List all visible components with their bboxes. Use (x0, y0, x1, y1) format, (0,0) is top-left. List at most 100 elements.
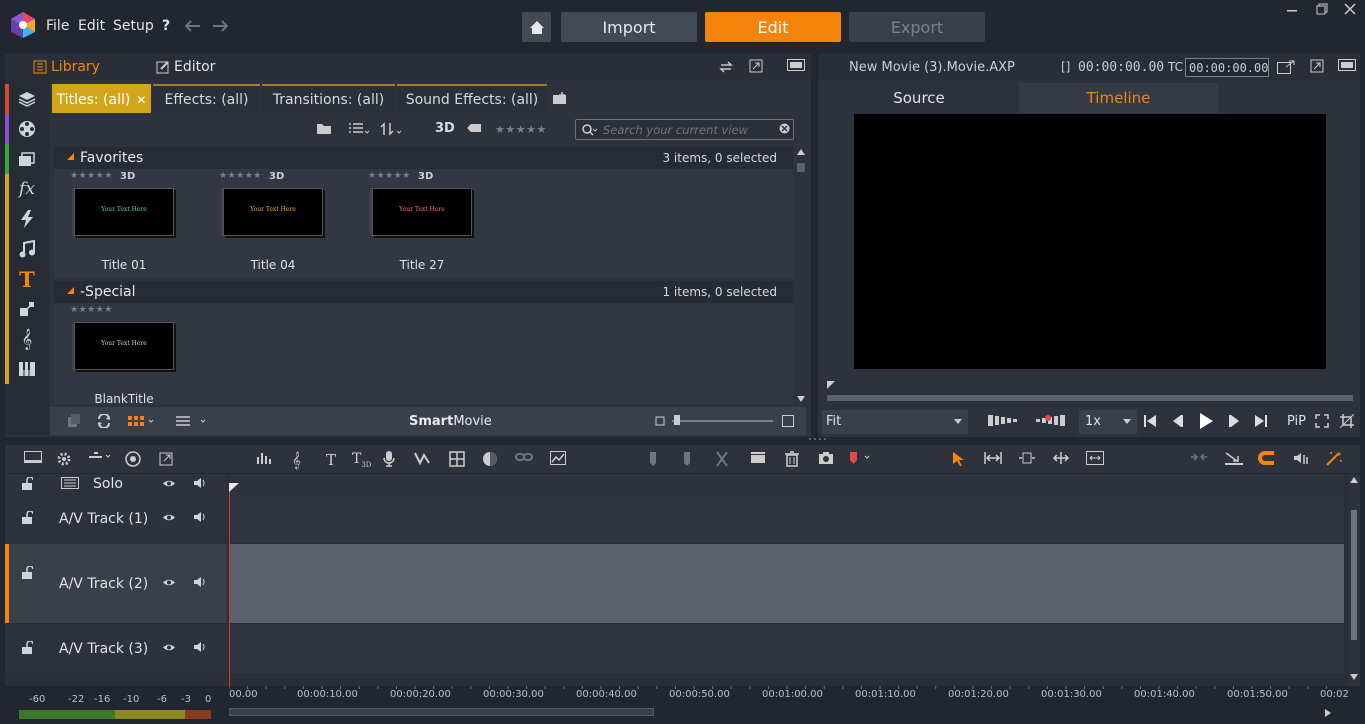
shuttle-control[interactable] (988, 415, 1069, 426)
slip-tool-icon[interactable] (1018, 451, 1036, 465)
link-icon[interactable] (515, 451, 533, 463)
magic-wand-icon[interactable] (1325, 451, 1343, 467)
help-icon[interactable]: ? (162, 18, 170, 34)
track-lane[interactable] (229, 544, 1344, 623)
vscroll-thumb[interactable] (1351, 510, 1357, 640)
track-options-icon[interactable] (88, 451, 114, 463)
close-window-icon[interactable] (1344, 3, 1356, 15)
speed-select[interactable]: 1x (1079, 410, 1137, 434)
menu-file[interactable]: File (46, 18, 69, 34)
detach-preview-icon[interactable] (1310, 59, 1324, 73)
smartmovie-button[interactable]: SmartMovie (409, 414, 492, 429)
menu-edit[interactable]: Edit (78, 18, 105, 34)
export-frame-icon[interactable] (1277, 60, 1295, 74)
lock-icon[interactable] (21, 477, 33, 490)
track-lane[interactable] (229, 495, 1344, 543)
track-name[interactable]: A/V Track (3) (59, 641, 148, 657)
pointer-tool-icon[interactable] (952, 451, 966, 467)
crop-icon[interactable] (1340, 414, 1354, 428)
speaker-icon[interactable] (193, 511, 207, 523)
tab-source[interactable]: Source (820, 83, 1018, 113)
refresh-icon[interactable] (97, 414, 111, 428)
camera-icon[interactable] (818, 451, 834, 465)
marker-right-icon[interactable] (682, 451, 692, 467)
track-name[interactable]: A/V Track (1) (59, 511, 148, 527)
lock-icon[interactable] (21, 641, 33, 654)
audio-mixer-icon[interactable] (256, 451, 272, 465)
collapse-icon[interactable] (1190, 451, 1208, 463)
scroll-down-icon[interactable] (1350, 674, 1358, 680)
speaker-icon[interactable] (193, 641, 207, 653)
timeline-vscrollbar[interactable] (1348, 474, 1360, 686)
lock-icon[interactable] (21, 511, 33, 524)
scroll-thumb[interactable] (797, 163, 805, 172)
menu-setup[interactable]: Setup (113, 18, 154, 34)
fit-timeline-icon[interactable] (1086, 451, 1104, 465)
audio-scrub-icon[interactable] (1293, 451, 1311, 465)
thumb-size-handle[interactable] (674, 415, 680, 425)
scroll-up-icon[interactable] (797, 149, 805, 155)
scorefitter-icon[interactable]: 𝄞 (292, 451, 301, 469)
item-rating[interactable]: ★★★★★ (70, 305, 113, 315)
skip-end-icon[interactable] (1255, 415, 1267, 427)
tab-timeline[interactable]: Timeline (1019, 83, 1218, 113)
record-marker-icon[interactable] (848, 451, 874, 465)
track-name[interactable]: Solo (93, 476, 123, 492)
settings-icon[interactable] (57, 451, 77, 467)
grid-view-icon[interactable] (128, 415, 156, 427)
export-button[interactable]: Export (849, 12, 985, 42)
lock-icon[interactable] (21, 566, 33, 579)
split-clip-icon[interactable] (714, 451, 730, 467)
timeline-hscroll-thumb[interactable] (229, 708, 654, 716)
speaker-icon[interactable] (193, 477, 207, 489)
pan-zoom-icon[interactable] (550, 451, 566, 465)
snapshot-icon[interactable] (159, 451, 175, 467)
step-back-icon[interactable] (1171, 415, 1183, 427)
import-button[interactable]: Import (561, 12, 697, 42)
speaker-icon[interactable] (193, 576, 207, 588)
library-item[interactable]: ★★★★★TYour Text HereBlankTitle (68, 305, 178, 405)
playhead-line[interactable] (229, 484, 230, 704)
thumb-size-slider[interactable] (672, 420, 773, 422)
eye-icon[interactable] (162, 513, 176, 522)
arrow-to-track-icon[interactable] (1225, 451, 1243, 465)
microphone-icon[interactable] (383, 451, 395, 467)
motion-tracking-icon[interactable] (414, 451, 430, 465)
ripple-trim-icon[interactable] (984, 451, 1002, 465)
slide-tool-icon[interactable] (1052, 451, 1070, 465)
scroll-down-icon[interactable] (797, 396, 805, 402)
track-header[interactable]: Solo (5, 474, 227, 494)
home-button[interactable] (522, 12, 551, 42)
timeline-layout-icon[interactable] (24, 451, 44, 465)
insert-gap-icon[interactable] (750, 451, 766, 465)
restore-icon[interactable] (1316, 3, 1328, 15)
trash-icon[interactable] (785, 451, 799, 467)
library-scrollbar[interactable] (795, 147, 807, 404)
track-header[interactable]: A/V Track (2) (5, 544, 227, 623)
playhead-marker-icon[interactable] (229, 483, 239, 492)
track-lane[interactable] (229, 624, 1344, 673)
magnet-icon[interactable] (1257, 451, 1275, 465)
track-name[interactable]: A/V Track (2) (59, 576, 148, 592)
minimize-icon[interactable] (1286, 3, 1298, 13)
panel-splitter[interactable] (807, 437, 829, 441)
edit-button[interactable]: Edit (705, 12, 841, 42)
track-lane[interactable] (229, 474, 1344, 494)
step-forward-icon[interactable] (1229, 415, 1241, 427)
multicam-icon[interactable] (449, 451, 465, 467)
scroll-right-icon[interactable] (1325, 709, 1331, 717)
pip-button[interactable]: PiP (1287, 414, 1306, 429)
menu-lines-icon[interactable] (175, 415, 209, 427)
preview-layout-icon[interactable] (1338, 59, 1356, 71)
track-header[interactable]: A/V Track (1) (5, 495, 227, 543)
copy-icon[interactable] (67, 414, 81, 428)
eye-icon[interactable] (162, 578, 176, 587)
marker-left-icon[interactable] (648, 451, 658, 467)
eye-icon[interactable] (162, 479, 176, 488)
color-correction-icon[interactable] (482, 451, 498, 467)
play-icon[interactable] (1199, 413, 1213, 429)
title-icon[interactable]: T (326, 451, 336, 469)
scroll-up-icon[interactable] (1350, 477, 1358, 483)
scrubber-bar[interactable] (827, 395, 1353, 401)
3d-title-icon[interactable]: T3D (352, 451, 371, 469)
